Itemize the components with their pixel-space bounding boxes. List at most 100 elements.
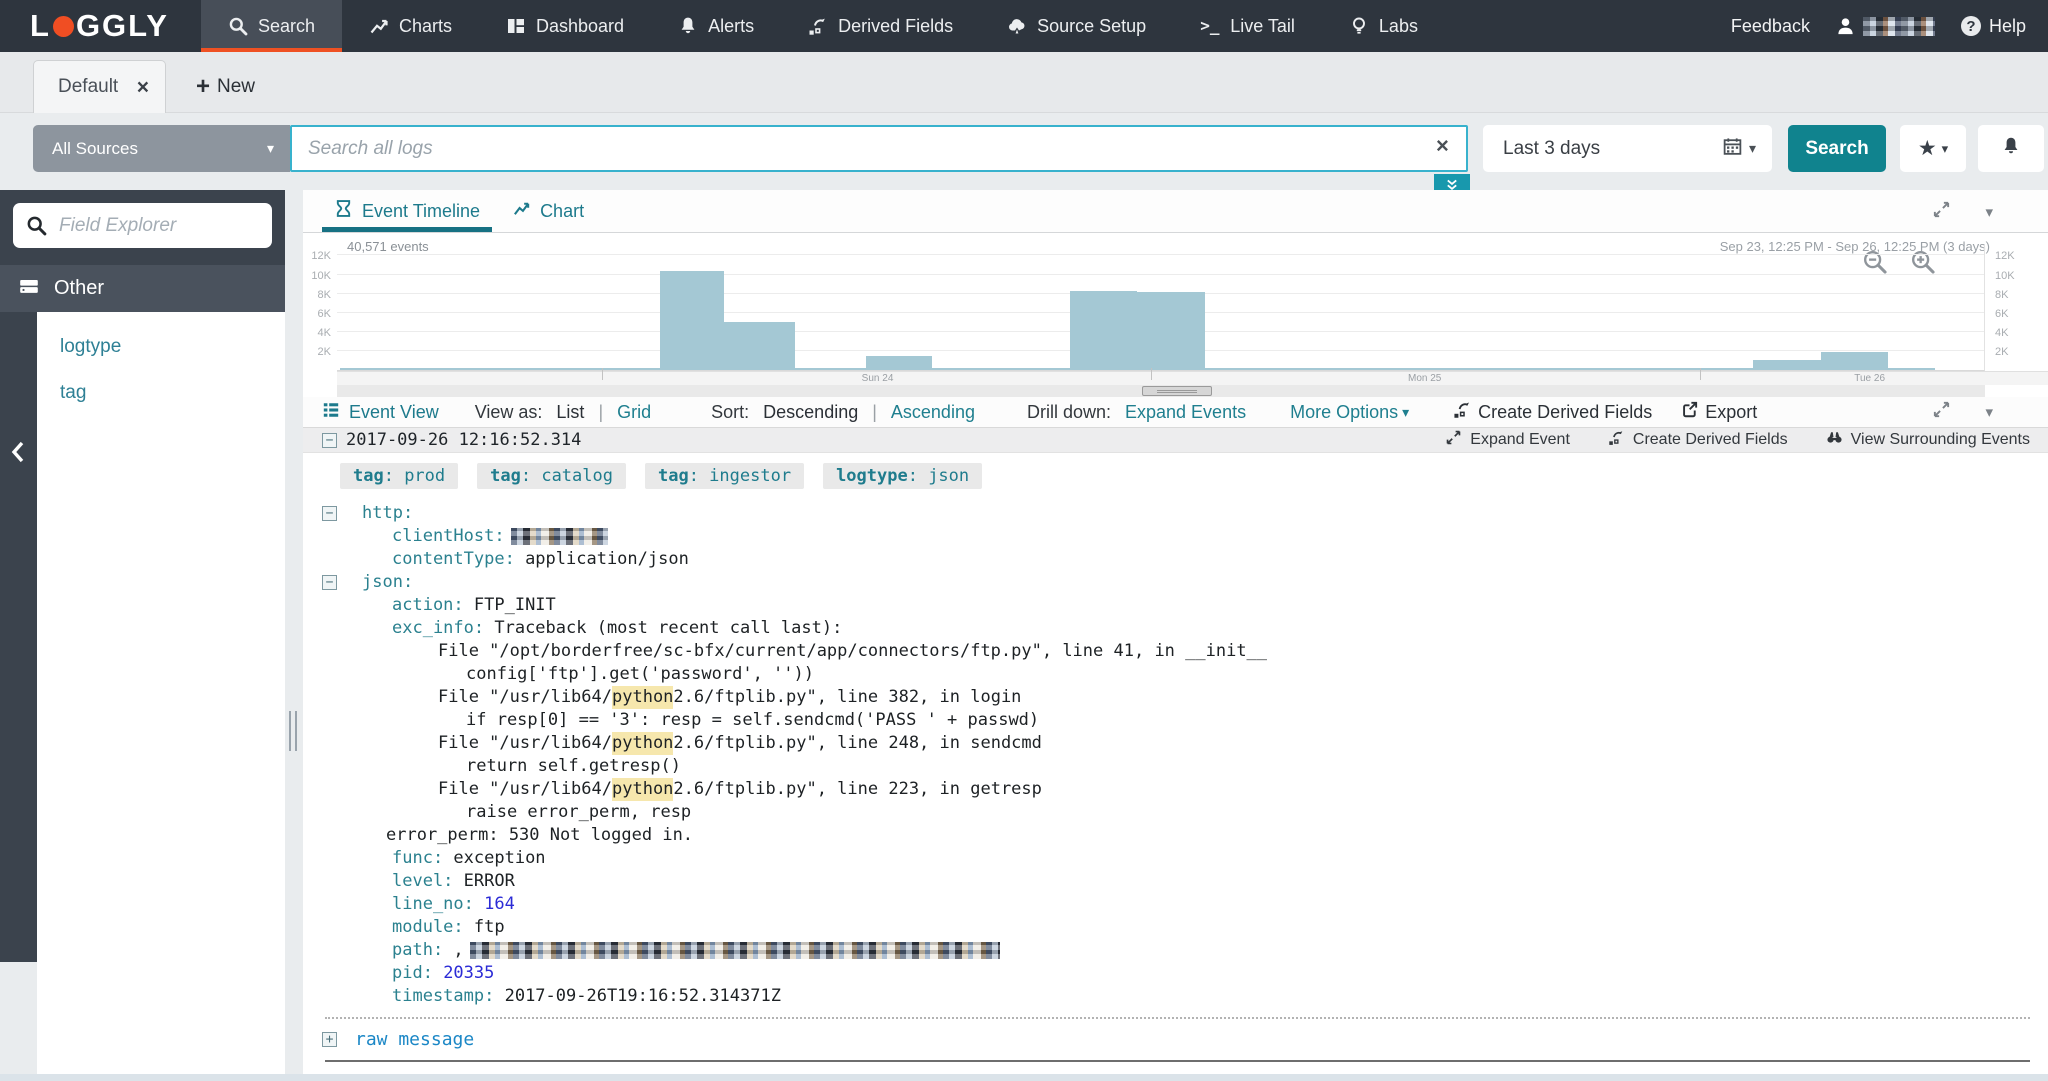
dashboard-icon <box>506 16 526 36</box>
search-input[interactable] <box>290 125 1468 172</box>
log-line: return self.getresp() <box>322 755 2048 778</box>
content-area: Event Timeline Chart ▾ 40,571 events Sep… <box>303 190 2048 1081</box>
event-tags: tag: prod tag: catalog tag: ingestor logtyp… <box>322 453 2048 497</box>
collapse-node-icon[interactable]: − <box>322 506 337 521</box>
field-group-other[interactable]: Other <box>0 265 285 312</box>
close-tab-icon[interactable]: × <box>137 77 149 98</box>
tab-default[interactable]: Default × <box>33 60 166 113</box>
log-line: module: ftp <box>322 916 2048 939</box>
time-range-picker[interactable]: Last 3 days ▾ <box>1483 125 1772 172</box>
sort-label: Sort: <box>711 402 749 423</box>
tab-chart[interactable]: Chart <box>500 190 596 232</box>
collapse-event-icon[interactable]: − <box>322 433 337 448</box>
user-menu[interactable] <box>1836 17 1935 36</box>
sort-descending[interactable]: Descending <box>763 402 858 423</box>
expand-event-button[interactable]: Expand Event <box>1445 429 1570 451</box>
nav-item-derived-fields[interactable]: Derived Fields <box>781 0 980 52</box>
timeline-bar <box>1205 368 1753 370</box>
clear-search-icon[interactable]: × <box>1436 135 1449 157</box>
hourglass-icon <box>334 199 353 223</box>
more-options-menu[interactable]: More Options ▾ <box>1290 402 1409 423</box>
expand-panel-icon[interactable] <box>1932 400 1951 424</box>
search-icon <box>228 16 248 36</box>
expand-icon <box>1445 429 1462 451</box>
tag-pill[interactable]: tag: prod <box>340 463 458 489</box>
star-icon: ★ <box>1918 136 1937 161</box>
nav-item-alerts[interactable]: Alerts <box>651 0 781 52</box>
tag-pill[interactable]: tag: catalog <box>477 463 626 489</box>
field-link-tag[interactable]: tag <box>60 382 285 404</box>
source-selector[interactable]: All Sources ▾ <box>33 125 290 172</box>
top-nav: LGGLY SearchChartsDashboardAlertsDerived… <box>0 0 2048 52</box>
search-tab-bar: Default × + New <box>0 52 2048 113</box>
nav-items: SearchChartsDashboardAlertsDerived Field… <box>201 0 1445 52</box>
log-line: level: ERROR <box>322 870 2048 893</box>
view-surrounding-events-button[interactable]: View Surrounding Events <box>1826 429 2030 451</box>
line-chart-icon <box>512 199 531 223</box>
log-line: if resp[0] == '3': resp = self.sendcmd('… <box>322 709 2048 732</box>
y-axis-label: 6K <box>303 308 331 320</box>
create-derived-fields-button[interactable]: Create Derived Fields <box>1453 400 1652 424</box>
event-detail: tag: prod tag: catalog tag: ingestor logtyp… <box>303 453 2048 1081</box>
field-explorer-input[interactable] <box>13 203 272 248</box>
timeline-bar <box>340 368 660 370</box>
create-derived-fields-button[interactable]: Create Derived Fields <box>1608 429 1788 451</box>
expand-panel-icon[interactable] <box>1932 200 1951 224</box>
feedback-link[interactable]: Feedback <box>1731 16 1810 37</box>
y-axis-label: 6K <box>1995 308 2023 320</box>
export-button[interactable]: Export <box>1680 400 1757 424</box>
event-timeline-chart: 40,571 events Sep 23, 12:25 PM - Sep 26,… <box>303 233 2048 397</box>
alert-button[interactable] <box>1978 125 2044 172</box>
nav-item-dashboard[interactable]: Dashboard <box>479 0 651 52</box>
nav-item-live-tail[interactable]: >_Live Tail <box>1173 0 1322 52</box>
y-axis-label: 4K <box>303 327 331 339</box>
y-axis-label: 10K <box>303 270 331 282</box>
timeline-scrollbar <box>337 385 1985 397</box>
lightbulb-icon <box>1349 16 1369 36</box>
timeline-scrollbar-handle[interactable] <box>1142 386 1212 396</box>
help-icon: ? <box>1961 16 1981 36</box>
nav-item-source-setup[interactable]: Source Setup <box>980 0 1173 52</box>
event-row-header: − 2017-09-26 12:16:52.314 Expand EventCr… <box>303 427 2048 453</box>
timeline-x-axis: Sun 24Mon 25Tue 26 <box>337 371 2048 385</box>
chevron-down-icon: ▾ <box>1749 140 1756 157</box>
collapse-node-icon[interactable]: − <box>322 575 337 590</box>
chevron-down-icon: ▾ <box>267 140 274 157</box>
sort-ascending[interactable]: Ascending <box>891 402 975 423</box>
search-button[interactable]: Search <box>1788 125 1886 172</box>
collapse-sidebar-icon[interactable] <box>8 440 28 464</box>
search-row: All Sources ▾ × Last 3 days ▾ Search ★ ▾ <box>0 113 2048 190</box>
expand-events-link[interactable]: Expand Events <box>1125 402 1246 423</box>
saved-searches-button[interactable]: ★ ▾ <box>1900 125 1966 172</box>
derived-fields-dark-icon <box>1608 429 1625 451</box>
nav-item-search[interactable]: Search <box>201 0 342 52</box>
help-link[interactable]: ? Help <box>1961 16 2026 37</box>
tag-pill[interactable]: tag: ingestor <box>645 463 804 489</box>
event-view-icon <box>322 401 340 424</box>
nav-item-charts[interactable]: Charts <box>342 0 479 52</box>
timeline-bar <box>660 271 724 370</box>
new-tab-button[interactable]: + New <box>196 60 255 113</box>
nav-item-labs[interactable]: Labs <box>1322 0 1445 52</box>
loggly-logo[interactable]: LGGLY <box>0 0 201 52</box>
log-line: −json: <box>322 571 2048 594</box>
panel-menu-icon[interactable]: ▾ <box>1985 403 1993 421</box>
log-line: action: FTP_INIT <box>322 594 2048 617</box>
panel-menu-icon[interactable]: ▾ <box>1985 203 1993 221</box>
view-as-grid[interactable]: Grid <box>617 402 651 423</box>
export-icon <box>1680 400 1699 424</box>
log-line: −http: <box>322 502 2048 525</box>
sidebar-resize-handle[interactable] <box>289 711 297 751</box>
tag-pill[interactable]: logtype: json <box>823 463 982 489</box>
log-line: File "/usr/lib64/python2.6/ftplib.py", l… <box>322 686 2048 709</box>
search-icon <box>26 215 47 236</box>
log-line: pid: 20335 <box>322 962 2048 985</box>
x-axis-label: Tue 26 <box>1854 373 1885 384</box>
view-as-list[interactable]: List <box>556 402 584 423</box>
field-link-logtype[interactable]: logtype <box>60 336 285 358</box>
tab-event-timeline[interactable]: Event Timeline <box>322 190 492 232</box>
y-axis-label: 2K <box>1995 346 2023 358</box>
raw-message-toggle[interactable]: + raw message <box>322 1029 2048 1050</box>
y-axis-label: 8K <box>303 289 331 301</box>
log-line: raise error_perm, resp <box>322 801 2048 824</box>
